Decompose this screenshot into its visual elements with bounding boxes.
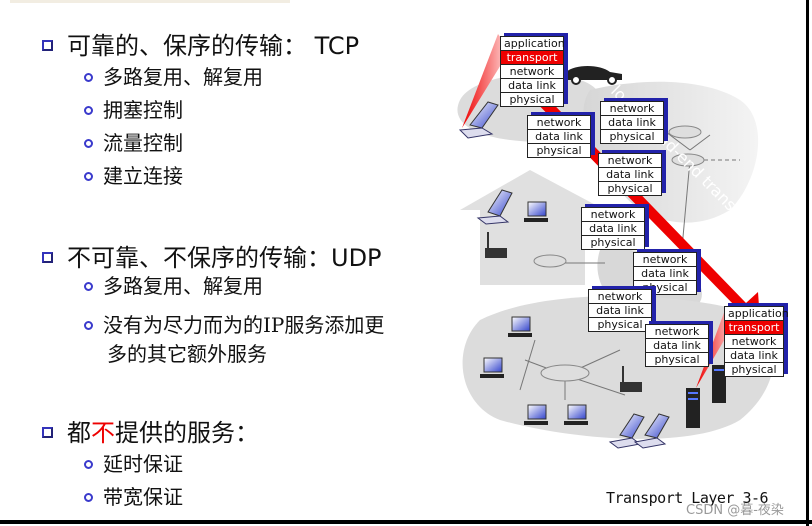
layer-network: network xyxy=(646,325,708,339)
layer-data-link: data link xyxy=(589,304,651,318)
network-diagram: logical end-end transport application tr… xyxy=(440,20,806,490)
layer-data-link: data link xyxy=(725,349,783,363)
layer-data-link: data link xyxy=(599,168,661,182)
list-item: 多路复用、解复用 xyxy=(84,62,263,92)
layer-data-link: data link xyxy=(601,116,663,130)
list-item: 带宽保证 xyxy=(84,482,183,512)
layer-physical: physical xyxy=(536,144,582,157)
layer-data-link: data link xyxy=(501,79,563,93)
router-stack: network data link physical xyxy=(588,289,652,332)
watermark: CSDN @暮-夜染 xyxy=(686,503,784,518)
layer-physical: physical xyxy=(654,353,700,366)
layer-transport: transport xyxy=(725,321,783,335)
layer-physical: physical xyxy=(509,93,555,106)
router-stack: network data link physical xyxy=(645,324,709,367)
car-icon xyxy=(566,66,622,85)
layer-network: network xyxy=(501,65,563,79)
circle-bullet-icon xyxy=(84,282,93,291)
circle-bullet-icon xyxy=(84,493,93,502)
layer-data-link: data link xyxy=(528,130,590,144)
layer-network: network xyxy=(725,335,783,349)
layer-network: network xyxy=(589,290,651,304)
layer-transport: transport xyxy=(501,51,563,65)
circle-bullet-icon xyxy=(84,106,93,115)
layer-physical: physical xyxy=(590,236,636,249)
layer-physical: physical xyxy=(607,182,653,195)
router-stack: network data link physical xyxy=(598,153,662,196)
layer-physical: physical xyxy=(731,363,777,376)
layer-application: application xyxy=(725,307,789,321)
network-background: logical end-end transport xyxy=(457,34,774,449)
circle-bullet-icon xyxy=(84,460,93,469)
list-item: 建立连接 xyxy=(84,161,183,191)
section-none-heading: 都不提供的服务： xyxy=(42,413,259,448)
layer-network: network xyxy=(582,208,644,222)
bottom-border xyxy=(0,520,812,524)
square-bullet-icon xyxy=(42,252,53,263)
layer-data-link: data link xyxy=(582,222,644,236)
square-bullet-icon xyxy=(42,427,53,438)
emphasis-text: 不 xyxy=(91,419,115,447)
square-bullet-icon xyxy=(42,40,53,51)
section-udp-heading: 不可靠、不保序的传输：UDP xyxy=(42,238,382,273)
layer-data-link: data link xyxy=(634,267,696,281)
right-border xyxy=(806,0,809,526)
layer-data-link: data link xyxy=(646,339,708,353)
layer-application: application xyxy=(501,37,565,51)
layer-network: network xyxy=(634,253,696,267)
list-item-continuation: 多的其它额外服务 xyxy=(107,342,267,366)
section-tcp-heading: 可靠的、保序的传输： TCP xyxy=(42,26,359,61)
router-stack: network data link physical xyxy=(527,115,591,158)
layer-physical: physical xyxy=(597,318,643,331)
layer-network: network xyxy=(528,116,590,130)
bullet-list: 可靠的、保序的传输： TCP 多路复用、解复用 拥塞控制 流量控制 建立连接 不… xyxy=(0,0,450,520)
layer-physical: physical xyxy=(609,130,655,143)
router-stack: network data link physical xyxy=(600,101,664,144)
layer-network: network xyxy=(599,154,661,168)
slide: 可靠的、保序的传输： TCP 多路复用、解复用 拥塞控制 流量控制 建立连接 不… xyxy=(0,0,806,520)
list-item: 没有为尽力而为的IP服务添加更 xyxy=(84,310,384,340)
receiver-protocol-stack: application transport network data link … xyxy=(724,306,789,377)
list-item: 延时保证 xyxy=(84,449,183,479)
circle-bullet-icon xyxy=(84,321,93,330)
sender-protocol-stack: application transport network data link … xyxy=(500,36,565,107)
layer-network: network xyxy=(601,102,663,116)
router-stack: network data link physical xyxy=(581,207,645,250)
list-item: 多路复用、解复用 xyxy=(84,271,263,301)
circle-bullet-icon xyxy=(84,139,93,148)
list-item: 流量控制 xyxy=(84,128,183,158)
circle-bullet-icon xyxy=(84,172,93,181)
list-item: 拥塞控制 xyxy=(84,95,183,125)
circle-bullet-icon xyxy=(84,73,93,82)
